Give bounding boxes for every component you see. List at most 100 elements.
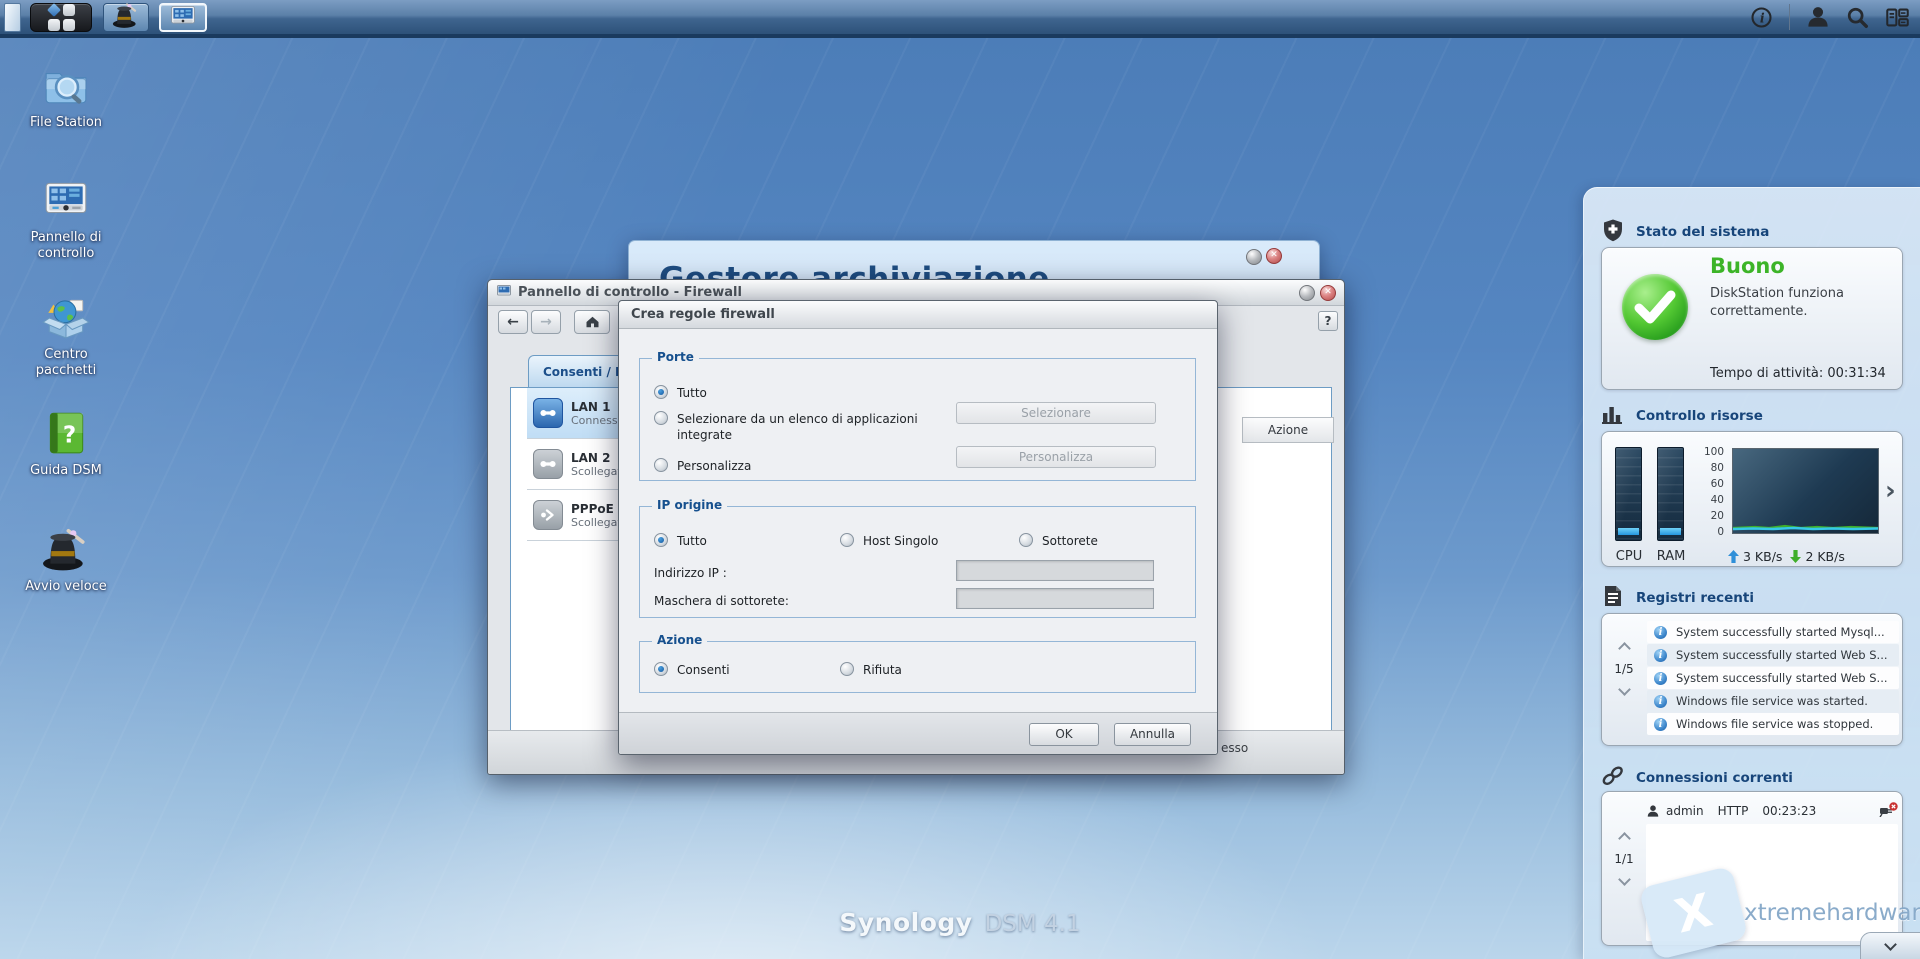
widget-title: Connessioni correnti (1636, 770, 1793, 786)
ok-button[interactable]: OK (1029, 723, 1099, 746)
create-firewall-rule-dialog: Crea regole firewall Porte Tutto Selezio… (618, 300, 1218, 755)
user-icon[interactable] (1806, 5, 1830, 29)
cpu-label: CPU (1615, 549, 1643, 564)
close-button[interactable] (1320, 285, 1336, 301)
download-rate: 2 KB/s (1805, 549, 1845, 564)
expand-resource-chevron-icon[interactable]: › (1885, 476, 1896, 506)
main-menu-icon (46, 3, 75, 31)
section-legend: Porte (652, 350, 699, 364)
page-down-icon[interactable] (1617, 873, 1631, 886)
document-icon (1601, 584, 1625, 612)
log-row[interactable]: Windows file service was stopped. (1647, 713, 1899, 735)
column-header-azione[interactable]: Azione (1242, 417, 1334, 443)
file-station-icon (14, 60, 118, 110)
recent-logs-widget: 1/5 System successfully started Mysql...… (1601, 613, 1903, 746)
radio-label: Tutto (677, 534, 707, 548)
user-icon (1647, 805, 1659, 817)
resource-monitor-widget: CPU RAM 100 80 60 40 20 0 3 KB/s 2 KB/s … (1601, 431, 1903, 567)
radio-action-allow[interactable] (654, 662, 668, 676)
forward-button[interactable]: → (531, 310, 561, 334)
radio-label: Consenti (677, 663, 730, 677)
info-icon[interactable]: i (1750, 6, 1773, 29)
radio-ports-all[interactable] (654, 385, 668, 399)
desktop-icon-control-panel[interactable]: Pannello di controllo (14, 175, 118, 263)
page-up-icon[interactable] (1617, 642, 1631, 655)
lan-icon (533, 398, 563, 428)
close-button[interactable] (1266, 248, 1282, 264)
upload-rate: 3 KB/s (1743, 549, 1783, 564)
desktop-icon-label: Pannello di controllo (30, 230, 102, 262)
radio-ip-single-host[interactable] (840, 533, 854, 547)
taskbar-quick-launch-button[interactable] (103, 2, 149, 32)
radio-label: Sottorete (1042, 534, 1098, 548)
info-log-icon (1654, 694, 1667, 708)
home-button[interactable] (574, 310, 610, 334)
status-ok-icon (1622, 274, 1688, 340)
widget-title: Controllo risorse (1636, 408, 1763, 424)
info-log-icon (1654, 671, 1667, 685)
info-log-icon (1654, 717, 1667, 731)
log-row[interactable]: System successfully started Web S... (1647, 667, 1899, 689)
customize-ports-button[interactable]: Personalizza (956, 446, 1156, 468)
desktop-icon-label: File Station (29, 115, 103, 130)
select-apps-button[interactable]: Selezionare (956, 402, 1156, 424)
taskbar: i (0, 0, 1920, 38)
subnet-mask-input[interactable] (956, 588, 1154, 609)
search-icon[interactable] (1846, 6, 1869, 29)
section-legend: IP origine (652, 498, 728, 512)
shield-icon (1601, 218, 1625, 246)
recent-logs-header: Registri recenti (1601, 584, 1754, 612)
widgets-panel-icon[interactable] (1885, 5, 1910, 30)
cancel-button[interactable]: Annulla (1114, 723, 1191, 746)
ip-address-input[interactable] (956, 560, 1154, 581)
page-up-icon[interactable] (1617, 832, 1631, 845)
connection-row[interactable]: admin HTTP 00:23:23 (1646, 799, 1898, 823)
log-row[interactable]: Windows file service was started. (1647, 690, 1899, 712)
brand-name: Synology (839, 908, 973, 937)
watermark-text: xtremehardware.com (1744, 900, 1920, 926)
control-panel-icon (14, 175, 118, 225)
radio-label: Tutto (677, 386, 707, 400)
widget-title: Registri recenti (1636, 590, 1754, 606)
dialog-titlebar[interactable]: Crea regole firewall (619, 301, 1217, 329)
desktop-icon-package-center[interactable]: Centro pacchetti (14, 292, 118, 380)
radio-action-deny[interactable] (840, 662, 854, 676)
ports-section: Porte Tutto Selezionare da un elenco di … (639, 350, 1196, 481)
connection-time: 00:23:23 (1762, 804, 1817, 818)
package-center-icon (14, 292, 118, 342)
chevron-down-icon (1884, 938, 1897, 951)
taskbar-separator (1789, 4, 1790, 30)
page-down-icon[interactable] (1617, 683, 1631, 696)
desktop: i File Station Pannello di controllo Cen… (0, 0, 1920, 959)
log-row[interactable]: System successfully started Mysql... (1647, 621, 1899, 643)
firewall-toolbar: ← → (498, 310, 610, 334)
desktop-icon-quick-start[interactable]: Avvio veloce (14, 524, 118, 595)
show-desktop-button[interactable] (4, 3, 21, 32)
desktop-icon-file-station[interactable]: File Station (14, 60, 118, 131)
svg-text:i: i (1760, 10, 1765, 25)
resource-monitor-header: Controllo risorse (1601, 402, 1763, 430)
system-status-description: DiskStation funziona correttamente. (1710, 286, 1844, 319)
help-button[interactable]: ? (1318, 311, 1338, 331)
minimize-button[interactable] (1246, 249, 1262, 265)
disconnect-icon[interactable] (1879, 802, 1898, 820)
radio-ip-all[interactable] (654, 533, 668, 547)
info-log-icon (1654, 648, 1667, 662)
radio-ports-custom[interactable] (654, 458, 668, 472)
radio-ports-from-app-list[interactable] (654, 411, 668, 425)
connections-pager: 1/1 (1608, 832, 1640, 886)
widget-panel-collapse-button[interactable] (1860, 932, 1920, 959)
radio-ip-subnet[interactable] (1019, 533, 1033, 547)
minimize-button[interactable] (1299, 285, 1315, 301)
info-log-icon (1654, 625, 1667, 639)
desktop-icon-label: Centro pacchetti (35, 347, 97, 379)
current-connections-header: Connessioni correnti (1601, 764, 1793, 792)
dialog-footer: OK Annulla (619, 712, 1217, 754)
log-row[interactable]: System successfully started Web S... (1647, 644, 1899, 666)
brand-version: DSM 4.1 (984, 911, 1081, 937)
taskbar-control-panel-button[interactable] (159, 3, 207, 32)
radio-label: Selezionare da un elenco di applicazioni… (677, 412, 918, 443)
back-button[interactable]: ← (498, 310, 528, 334)
main-menu-button[interactable] (30, 3, 92, 32)
desktop-icon-dsm-help[interactable]: ? Guida DSM (14, 408, 118, 479)
